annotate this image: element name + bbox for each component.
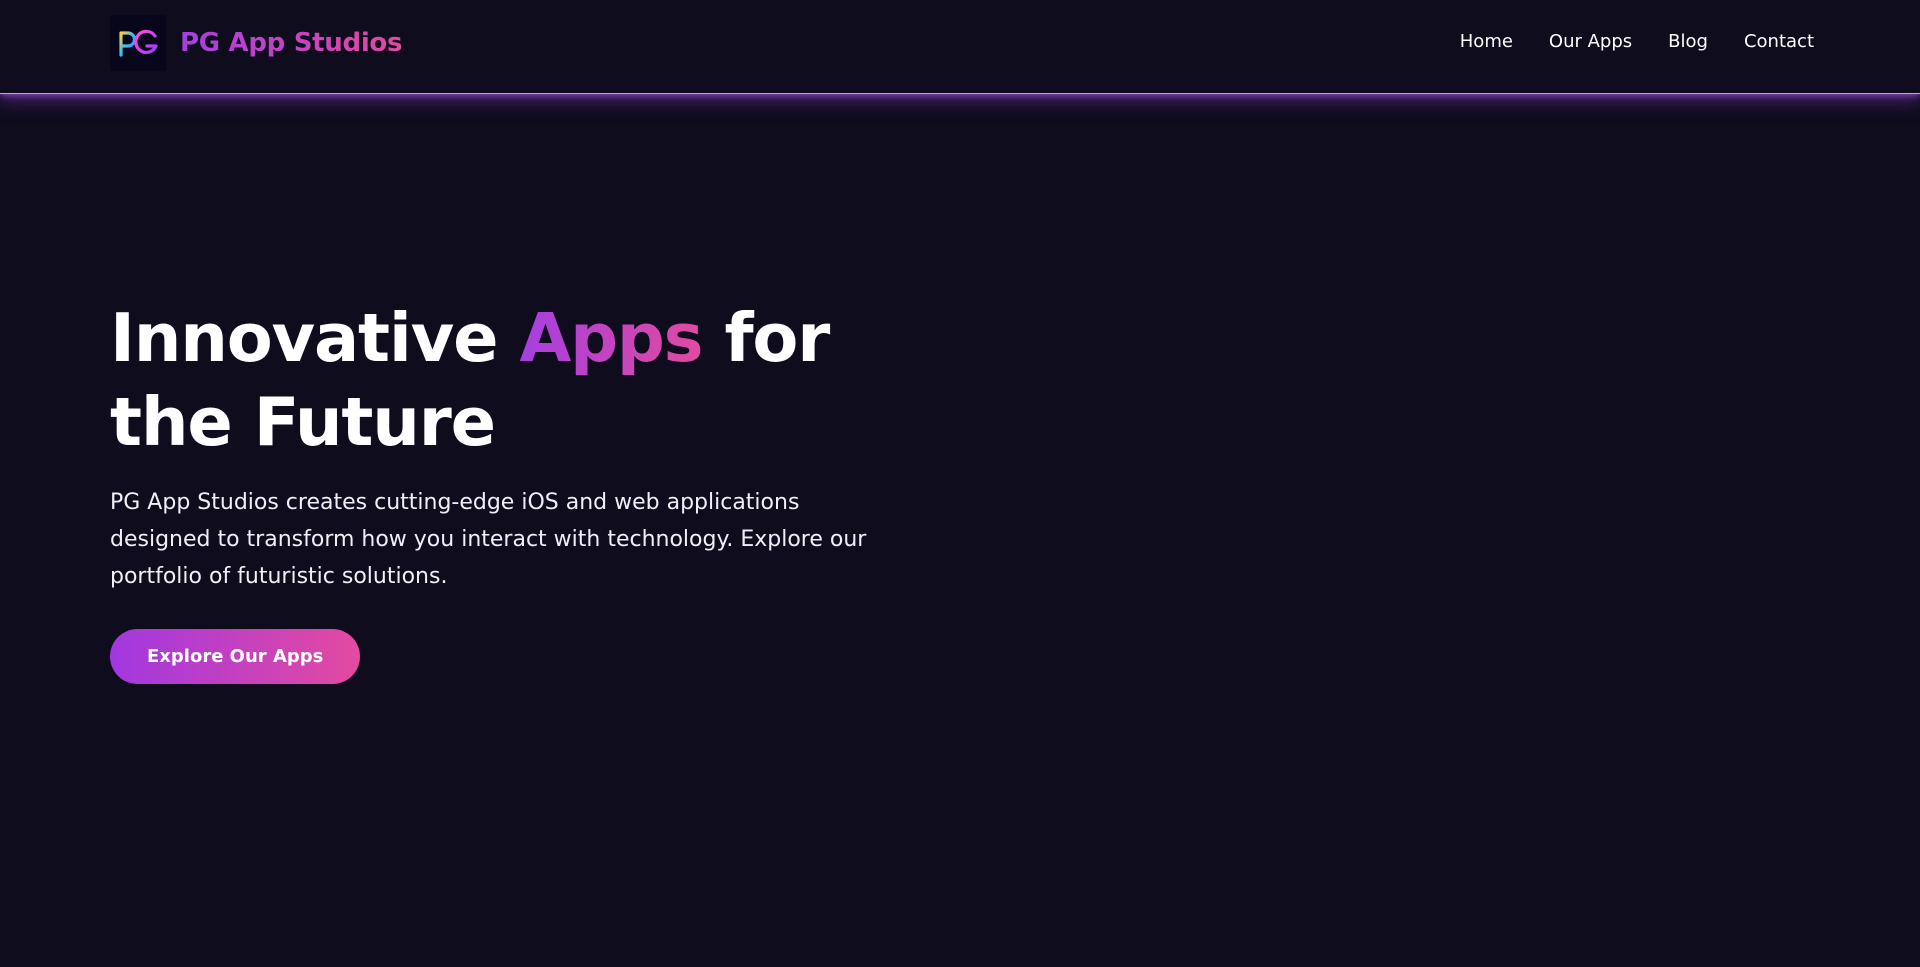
hero-title: Innovative Apps for the Future [110, 296, 890, 464]
brand[interactable]: PG App Studios [110, 15, 402, 71]
brand-name[interactable]: PG App Studios [180, 28, 402, 58]
hero-subtitle: PG App Studios creates cutting-edge iOS … [110, 490, 867, 589]
main-nav: Home Our Apps Blog Contact [1424, 30, 1814, 54]
nav-our-apps[interactable]: Our Apps [1549, 30, 1632, 54]
nav-blog[interactable]: Blog [1668, 30, 1708, 54]
hero-section: Innovative Apps for the Future PG App St… [110, 296, 890, 684]
hero-title-start: Innovative [110, 299, 520, 377]
nav-home[interactable]: Home [1460, 30, 1513, 54]
nav-contact[interactable]: Contact [1744, 30, 1814, 54]
site-header: PG App Studios Home Our Apps Blog Contac… [0, 0, 1920, 94]
hero-title-accent: Apps [519, 299, 703, 377]
pg-logo-icon[interactable] [110, 15, 166, 71]
explore-apps-button[interactable]: Explore Our Apps [110, 629, 361, 684]
